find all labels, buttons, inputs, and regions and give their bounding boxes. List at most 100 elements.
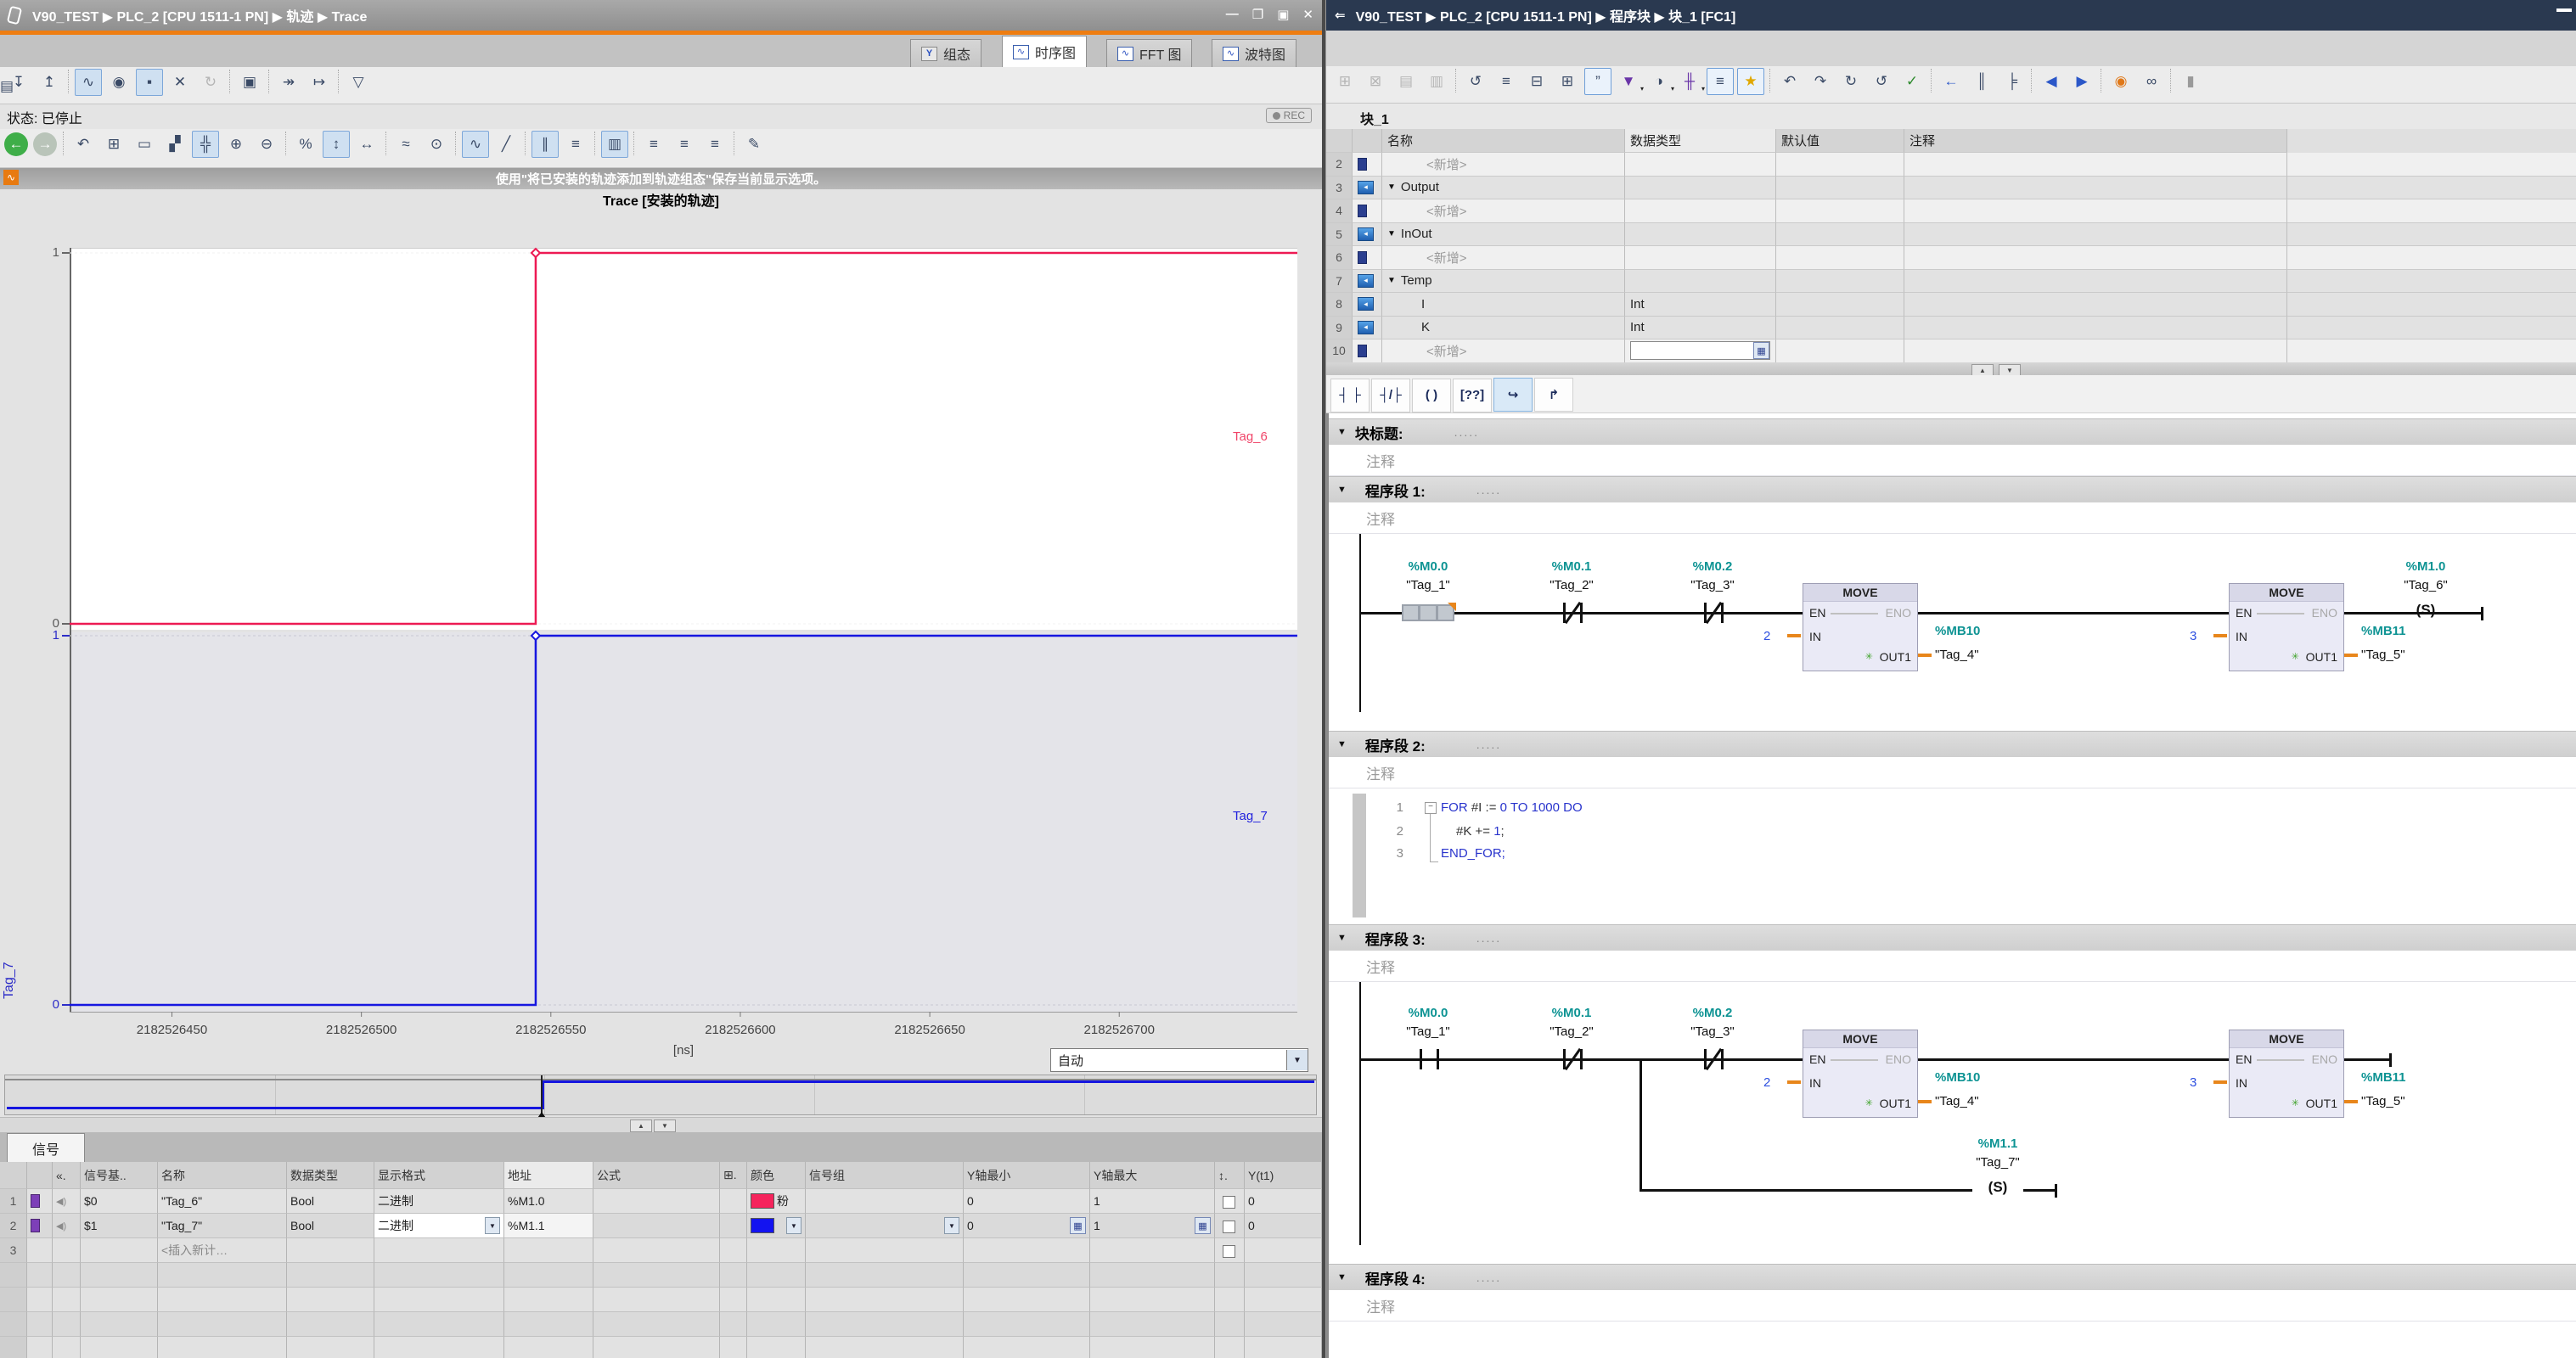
column-header[interactable]: «. [53, 1162, 81, 1189]
column-header[interactable]: ↕. [1215, 1162, 1245, 1189]
filter-icon[interactable]: ▽ [345, 69, 372, 96]
default-cell[interactable] [1776, 153, 1904, 177]
chevron-down-icon[interactable]: ▼ [1337, 485, 1347, 495]
collapse-down-button[interactable]: ▼ [654, 1120, 676, 1132]
format-dropdown-button[interactable]: ▼ [485, 1217, 500, 1234]
column-header[interactable]: 数据类型 [1625, 129, 1776, 153]
network-sequence-icon[interactable]: ≡ [1707, 68, 1734, 95]
nc-contact-bar[interactable] [1721, 1049, 1724, 1069]
code-line[interactable]: #K += 1; [1456, 824, 1505, 839]
operand-address[interactable]: %M1.1 [1978, 1136, 2018, 1151]
find-replace-icon[interactable]: ◉ [2107, 68, 2134, 95]
add-output-icon[interactable]: ✳ [2292, 651, 2299, 662]
chevron-down-icon[interactable]: ▼ [1337, 1272, 1347, 1282]
color-swatch[interactable] [751, 1218, 774, 1233]
chevron-down-icon[interactable]: ▼ [1337, 933, 1347, 943]
scale-y-100-icon[interactable]: ↕ [323, 131, 350, 158]
next-view-icon[interactable]: → [33, 132, 57, 156]
comment-cell[interactable] [1904, 199, 2287, 223]
operand-address[interactable]: %MB10 [1935, 624, 1980, 638]
name-cell[interactable]: ▼Output [1382, 177, 1625, 200]
name-cell[interactable]: <新增> [1382, 246, 1625, 270]
reset-start-values-icon[interactable]: ↺ [1462, 68, 1489, 95]
name-cell[interactable]: ▼InOut [1382, 223, 1625, 247]
time-alignment-icon[interactable]: ⊙ [423, 131, 450, 158]
operand-tag[interactable]: "Tag_4" [1935, 648, 1979, 662]
datatype-picker-button[interactable]: ▦ [1753, 342, 1769, 359]
column-header[interactable]: Y轴最小 [964, 1162, 1090, 1189]
datatype-input[interactable]: ▦ [1630, 341, 1770, 360]
block-title-row[interactable]: ▼ 块标题: ..... [1329, 418, 2576, 445]
align-center-icon[interactable]: ≡ [671, 131, 698, 158]
operand-tag[interactable]: "Tag_6" [2404, 578, 2448, 592]
consistency-check-icon[interactable]: ↺ [1868, 68, 1895, 95]
jump-previous-icon[interactable]: ◀ [2038, 68, 2065, 95]
annotate-pen-icon[interactable]: ✎ [740, 131, 768, 158]
tab-bode[interactable]: ∿波特图 [1212, 39, 1296, 67]
horizontal-scrollbar[interactable]: ▲ ▼ [0, 1117, 1322, 1133]
collapse-up-button[interactable]: ▲ [630, 1120, 652, 1132]
insert-row-icon[interactable]: ▤ [1392, 68, 1420, 95]
jump-next-icon[interactable]: ▶ [2068, 68, 2095, 95]
network-3-comment[interactable]: 注释 [1329, 951, 2576, 982]
group-dropdown-button[interactable]: ▼ [944, 1217, 959, 1234]
column-header[interactable]: 颜色 [747, 1162, 806, 1189]
operand-tag[interactable]: "Tag_1" [1406, 578, 1450, 592]
name-cell[interactable]: ▼Temp [1382, 270, 1625, 294]
comment-cell[interactable] [1904, 246, 2287, 270]
move-box-1[interactable]: MOVE EN ENO IN ✳ OUT1 [1803, 583, 1918, 671]
nc-contact-bar[interactable] [1580, 603, 1583, 623]
operand-address[interactable]: %MB11 [2361, 624, 2406, 638]
expand-networks-icon[interactable]: ⊞ [1554, 68, 1581, 95]
column-header[interactable]: 默认值 [1776, 129, 1904, 153]
export-measurement-icon[interactable]: ▣ [236, 69, 263, 96]
insert-network-icon[interactable]: ⊞ [1331, 68, 1358, 95]
fold-toggle[interactable]: − [1425, 802, 1437, 814]
in-constant[interactable]: 3 [2190, 1075, 2196, 1090]
y-100-checkbox[interactable] [1223, 1221, 1235, 1233]
no-contact-bar[interactable] [1420, 1049, 1422, 1069]
y-100-checkbox[interactable] [1223, 1196, 1235, 1209]
datatype-cell[interactable]: Int [1625, 293, 1776, 317]
column-header[interactable]: 显示格式 [374, 1162, 504, 1189]
datatype-cell[interactable]: ▦ [1625, 340, 1776, 362]
chevron-down-icon[interactable]: ▼ [1387, 182, 1396, 192]
close-button[interactable]: ✕ [1302, 7, 1313, 22]
record-trace-icon[interactable]: ◉ [105, 69, 132, 96]
stop-trace-icon[interactable]: ▪ [136, 69, 163, 96]
operand-tag[interactable]: "Tag_7" [1976, 1155, 2020, 1170]
column-header[interactable] [0, 1162, 27, 1189]
operand-address[interactable]: %MB11 [2361, 1070, 2406, 1085]
column-header[interactable]: 名称 [1382, 129, 1625, 153]
add-row-icon[interactable]: ▥ [1423, 68, 1450, 95]
datatype-cell[interactable] [1625, 270, 1776, 294]
name-cell[interactable]: <新增> [1382, 340, 1625, 362]
code-line[interactable]: END_FOR; [1441, 846, 1505, 861]
datatype-cell[interactable] [1625, 223, 1776, 247]
network-1-lad[interactable]: %M0.0 "Tag_1" %M0.1 "Tag_2" %M0.2 "Tag_3… [1329, 534, 2576, 731]
operand-tag[interactable]: "Tag_1" [1406, 1024, 1450, 1039]
delete-trace-icon[interactable]: ✕ [166, 69, 194, 96]
set-coil[interactable]: (S) [1988, 1179, 2008, 1196]
insert-empty-box-icon[interactable]: [??] [1453, 379, 1492, 412]
default-cell[interactable] [1776, 317, 1904, 340]
zoom-dynamic-icon[interactable]: ▞ [161, 131, 188, 158]
add-output-icon[interactable]: ✳ [1865, 651, 1873, 662]
color-dropdown-button[interactable]: ▼ [786, 1217, 801, 1234]
color-swatch[interactable] [751, 1193, 774, 1209]
operand-address[interactable]: %MB10 [1935, 1070, 1980, 1085]
column-header[interactable]: 注释 [1904, 129, 2287, 153]
move-box-1[interactable]: MOVE EN ENO IN ✳ OUT1 [1803, 1030, 1918, 1118]
tab-time-diagram[interactable]: ∿时序图 [1002, 36, 1087, 67]
operand-tag[interactable]: "Tag_2" [1550, 578, 1594, 592]
favorites-icon[interactable]: ★ [1737, 68, 1764, 95]
network-2-scl[interactable]: 1FOR #I := 0 TO 1000 DO2#K += 1;3END_FOR… [1329, 788, 2576, 924]
operand-tag[interactable]: "Tag_3" [1690, 578, 1735, 592]
column-header[interactable]: Y(t1) [1245, 1162, 1322, 1189]
operand-address[interactable]: %M0.2 [1693, 1006, 1733, 1020]
align-right-icon[interactable]: ≡ [701, 131, 728, 158]
comment-cell[interactable] [1904, 317, 2287, 340]
operand-address[interactable]: %M0.1 [1552, 559, 1592, 574]
column-header[interactable]: 数据类型 [287, 1162, 374, 1189]
move-view-icon[interactable]: ╬ [192, 131, 219, 158]
